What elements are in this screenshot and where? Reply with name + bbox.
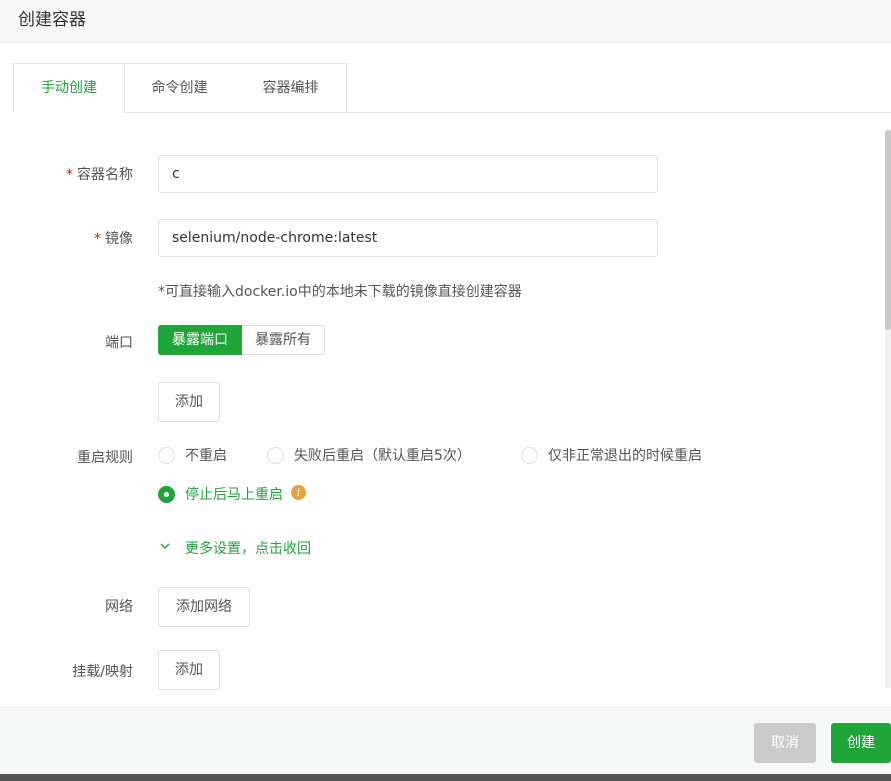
restart-no-radio[interactable]: 不重启 [158,445,227,465]
required-mark: * [66,167,73,183]
restart-always-radio[interactable]: 停止后马上重启 i [158,484,306,504]
restart-policy-label: 重启规则 [77,450,133,466]
radio-label: 停止后马上重启 [185,487,283,503]
restart-unless-abnormal-radio[interactable]: 仅非正常退出的时候重启 [521,445,702,465]
radio-label: 不重启 [185,448,227,464]
restart-on-failure-radio[interactable]: 失败后重启（默认重启5次） [267,445,471,465]
create-button[interactable]: 创建 [831,723,891,763]
container-name-label: * 容器名称 [66,167,133,183]
radio-circle [158,446,175,464]
dialog-title: 创建容器 [18,10,86,30]
expose-all-button[interactable]: 暴露所有 [242,325,325,355]
tab-manual-create[interactable]: 手动创建 [13,63,125,113]
expose-port-button[interactable]: 暴露端口 [158,325,242,355]
radio-label: 仅非正常退出的时候重启 [548,448,702,464]
more-settings-toggle[interactable]: 更多设置，点击收回 [160,538,311,558]
mount-label: 挂载/映射 [72,664,133,680]
image-hint: *可直接输入docker.io中的本地未下载的镜像直接创建容器 [158,284,522,300]
add-network-button[interactable]: 添加网络 [158,587,250,627]
scrollbar-thumb[interactable] [885,130,891,330]
tab-bar: 手动创建 命令创建 容器编排 [13,63,891,113]
image-input[interactable]: selenium/node-chrome:latest [158,219,658,257]
more-settings-label: 更多设置，点击收回 [185,541,311,557]
dialog-footer: 取消 创建 [0,707,891,774]
radio-circle [521,446,538,464]
image-label: * 镜像 [94,231,133,247]
bottom-edge [0,774,891,781]
chevron-down-icon [160,543,170,549]
dialog-header: 创建容器 [0,0,891,43]
add-mount-button[interactable]: 添加 [158,650,220,690]
port-label: 端口 [105,335,133,351]
radio-circle [267,446,284,464]
info-icon[interactable]: i [291,484,306,500]
radio-circle [158,485,175,503]
add-port-button[interactable]: 添加 [158,382,220,422]
network-label: 网络 [105,599,133,615]
create-container-dialog: 创建容器 手动创建 命令创建 容器编排 * 容器名称 c * 镜像 selenium… [0,0,891,781]
cancel-button[interactable]: 取消 [754,723,816,763]
tab-container-compose[interactable]: 容器编排 [235,63,347,113]
container-name-input[interactable]: c [158,155,658,193]
required-mark: * [94,231,101,247]
port-mode-toggle: 暴露端口 暴露所有 [158,325,325,355]
radio-label: 失败后重启（默认重启5次） [294,448,471,464]
tab-command-create[interactable]: 命令创建 [124,63,236,113]
